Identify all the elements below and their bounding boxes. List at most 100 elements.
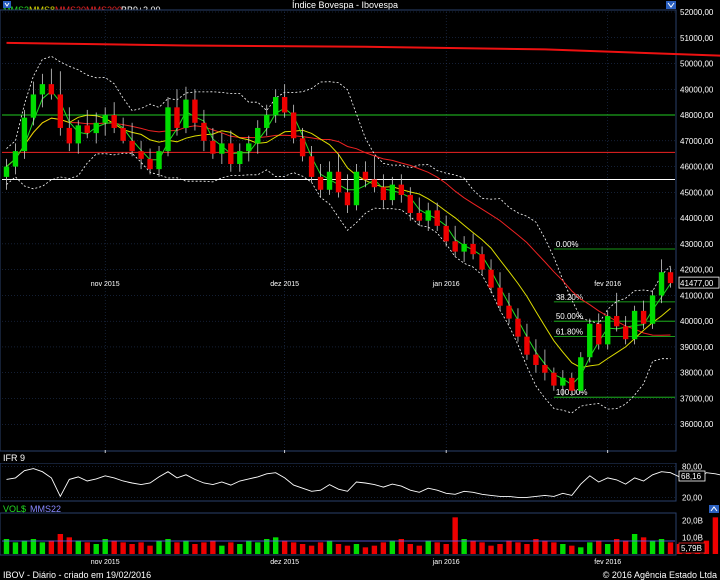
candle-body xyxy=(461,243,467,252)
volume-bar xyxy=(174,542,180,554)
volume-bar xyxy=(129,544,135,554)
candle-body xyxy=(183,99,189,128)
volume-bar xyxy=(524,544,530,554)
candle-body xyxy=(299,138,306,157)
candle-body xyxy=(138,151,144,159)
volume-bar xyxy=(75,540,81,554)
volume-bar xyxy=(578,547,584,554)
candle-body xyxy=(506,305,512,319)
x-tick-label-bottom: dez 2015 xyxy=(270,559,299,566)
footer-right: © 2016 Agência Estado Ltda xyxy=(603,570,717,580)
price-y-axis: 36000,00 37000,00 38000,00 39000,00 40000,00… xyxy=(680,8,714,429)
volume-bar xyxy=(183,540,189,554)
volume-bar xyxy=(344,545,351,554)
candle-body xyxy=(398,184,405,195)
candle-body xyxy=(228,143,234,165)
price-y-tick-label: 37000,00 xyxy=(680,394,714,403)
price-panel-frame xyxy=(0,9,677,452)
ifr-label: IFR 9 xyxy=(3,453,25,463)
candle-body xyxy=(578,357,584,391)
vol-panel-scroll-button[interactable] xyxy=(709,505,719,513)
last-price-label: 41477,00 xyxy=(680,279,714,288)
price-panel-scroll-button[interactable] xyxy=(666,1,676,9)
candle-body xyxy=(264,115,270,128)
candle-body xyxy=(246,143,252,152)
candle-body xyxy=(353,171,360,206)
volume-bar xyxy=(542,540,548,554)
volume-bar xyxy=(470,540,476,554)
volume-bar xyxy=(39,542,46,554)
candle-body xyxy=(102,115,108,123)
volume-bar xyxy=(299,544,306,554)
candle-body xyxy=(362,171,369,180)
ifr-last-label: 68,16 xyxy=(681,472,702,481)
price-panel-expand-button[interactable] xyxy=(3,1,11,8)
candle-body xyxy=(649,295,656,324)
price-y-tick-label: 44000,00 xyxy=(680,214,714,223)
candle-body xyxy=(560,377,566,386)
volume-y-axis: 20,0B 10,0B xyxy=(682,517,703,543)
candle-body xyxy=(389,184,396,201)
candle-body xyxy=(210,140,216,154)
volume-bar xyxy=(290,542,297,554)
volume-bar xyxy=(201,542,207,554)
fibonacci-label: 61.80% xyxy=(556,328,583,337)
volume-bar xyxy=(371,545,378,554)
volume-bar xyxy=(631,534,638,554)
volume-bar xyxy=(111,540,117,554)
candle-body xyxy=(587,323,593,358)
candle-body xyxy=(281,97,288,113)
candle-body xyxy=(57,94,64,128)
candle-body xyxy=(416,212,422,221)
volume-bar xyxy=(326,540,333,554)
volume-bar xyxy=(210,540,216,554)
candle-body xyxy=(479,254,485,270)
candle-body xyxy=(12,151,19,167)
candle-body xyxy=(39,84,46,95)
footer-left: IBOV - Diário - criado em 19/02/2016 xyxy=(3,570,151,580)
last-price-marker: 41477,00 xyxy=(678,276,720,289)
x-tick-label: nov 2015 xyxy=(91,281,120,288)
volume-bar xyxy=(362,547,369,554)
candle-body xyxy=(613,316,620,327)
candle-body xyxy=(542,364,548,373)
price-y-tick-label: 50000,00 xyxy=(680,60,714,69)
volume-bar xyxy=(515,542,521,554)
volume-bar xyxy=(443,544,449,554)
x-tick-label-bottom: jan 2016 xyxy=(432,559,460,566)
volume-y-tick-label: 10,0B xyxy=(682,533,703,542)
volume-bar xyxy=(138,542,144,554)
price-y-tick-label: 52000,00 xyxy=(680,8,714,17)
price-y-tick-label: 42000,00 xyxy=(680,266,714,275)
ifr-panel: IFR 9 80,00 20,00 68,16 xyxy=(0,453,720,502)
volume-bar xyxy=(66,537,72,554)
fibonacci-label: 50.00% xyxy=(556,312,583,321)
candle-body xyxy=(497,287,503,306)
volume-bar xyxy=(308,545,315,554)
volume-bar xyxy=(237,544,243,554)
candle-body xyxy=(425,210,431,221)
vol-label: VOL$ xyxy=(3,504,26,514)
volume-bar xyxy=(57,534,64,554)
volume-panel: VOL$ MMS22 20,0B 10,0B 5,79B xyxy=(0,504,719,556)
candle-body xyxy=(308,156,315,177)
volume-bar xyxy=(147,545,153,554)
candle-body xyxy=(452,241,458,252)
candle-body xyxy=(237,151,243,165)
price-y-tick-label: 48000,00 xyxy=(680,111,714,120)
volume-bar xyxy=(434,542,440,554)
volume-bar xyxy=(281,540,288,554)
volume-bar xyxy=(84,542,90,554)
volume-bar xyxy=(649,540,656,554)
volume-bar xyxy=(667,542,674,554)
volume-bar xyxy=(569,545,575,554)
fibonacci-label: 0.00% xyxy=(556,240,579,249)
candle-body xyxy=(129,140,135,152)
ifr-y-tick-label: 80,00 xyxy=(682,463,703,472)
candle-body xyxy=(30,94,37,118)
candle-body xyxy=(443,225,449,242)
candle-body xyxy=(344,192,351,206)
ifr-y-axis: 80,00 20,00 xyxy=(682,463,703,503)
price-y-tick-label: 47000,00 xyxy=(680,137,714,146)
candle-body xyxy=(3,166,10,177)
